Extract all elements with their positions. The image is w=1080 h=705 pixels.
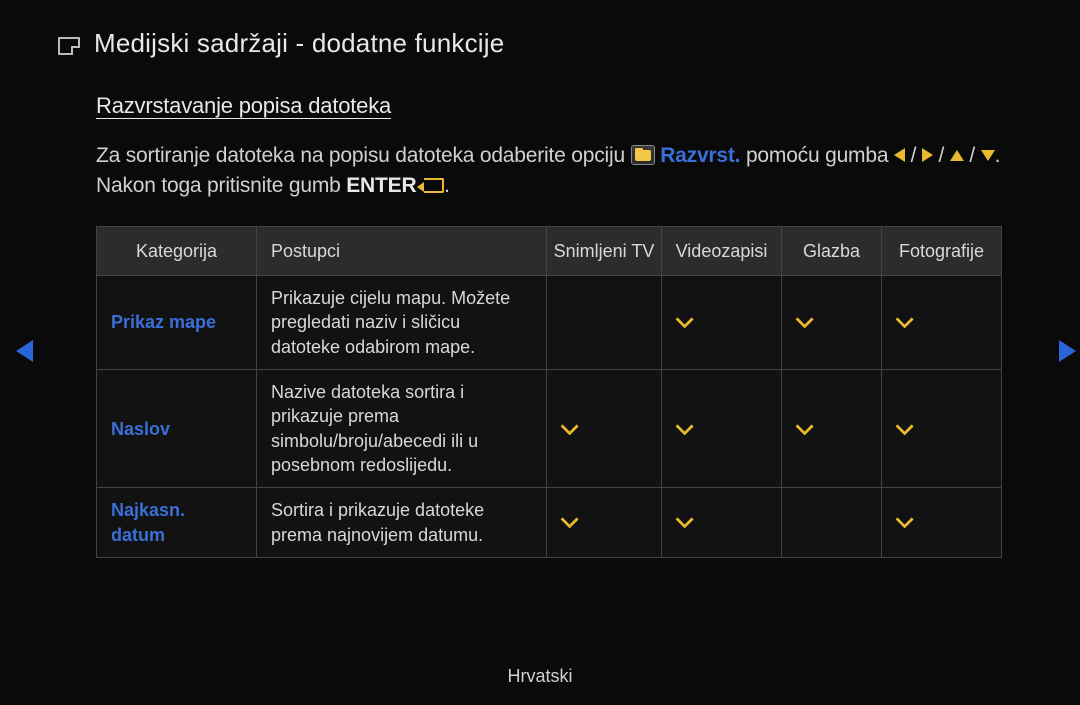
table-header-row: Kategorija Postupci Snimljeni TV Videoza… [97,226,1002,275]
desc-enter: ENTER [346,174,416,197]
check-cell [782,370,882,488]
desc-cell: Sortira i prikazuje datoteke prema najno… [257,488,547,558]
desc-razvrst: Razvrst. [660,144,740,167]
arrow-left-icon [894,148,905,162]
check-icon [675,311,693,329]
sort-table: Kategorija Postupci Snimljeni TV Videoza… [96,226,1002,558]
th-videozapisi: Videozapisi [662,226,782,275]
nav-prev-icon[interactable] [16,340,33,362]
slash2: / [933,144,950,167]
desc-period: . [444,174,450,197]
category-cell: Naslov [97,370,257,488]
desc-cell: Prikazuje cijelu mapu. Možete pregledati… [257,276,547,370]
check-icon [675,417,693,435]
check-icon [795,417,813,435]
page-title: Medijski sadržaji - dodatne funkcije [94,28,504,59]
arrow-up-icon [950,150,964,161]
description-text: Za sortiranje datoteka na popisu datotek… [96,141,1002,202]
check-cell [782,488,882,558]
th-kategorija: Kategorija [97,226,257,275]
category-cell: Prikaz mape [97,276,257,370]
check-icon [675,511,693,529]
check-icon [560,417,578,435]
check-cell [882,488,1002,558]
check-cell [782,276,882,370]
table-row: Najkasn. datumSortira i prikazuje datote… [97,488,1002,558]
check-cell [547,276,662,370]
desc-part1: Za sortiranje datoteka na popisu datotek… [96,144,631,167]
footer-language: Hrvatski [0,666,1080,687]
check-icon [795,311,813,329]
category-cell: Najkasn. datum [97,488,257,558]
enter-icon [424,178,444,193]
th-snimljeni: Snimljeni TV [547,226,662,275]
nav-next-icon[interactable] [1059,340,1076,362]
book-icon [58,37,80,55]
th-fotografije: Fotografije [882,226,1002,275]
arrow-down-icon [981,150,995,161]
check-icon [895,311,913,329]
desc-cell: Nazive datoteka sortira i prikazuje prem… [257,370,547,488]
check-icon [895,511,913,529]
folder-icon [631,145,655,165]
table-row: Prikaz mapePrikazuje cijelu mapu. Možete… [97,276,1002,370]
check-cell [882,370,1002,488]
check-cell [662,276,782,370]
check-cell [547,488,662,558]
check-cell [882,276,1002,370]
section-subhead: Razvrstavanje popisa datoteka [96,93,1002,119]
check-icon [895,417,913,435]
check-cell [662,488,782,558]
th-postupci: Postupci [257,226,547,275]
slash1: / [905,144,922,167]
table-row: NaslovNazive datoteka sortira i prikazuj… [97,370,1002,488]
desc-part2: pomoću gumba [740,144,894,167]
check-icon [560,511,578,529]
th-glazba: Glazba [782,226,882,275]
check-cell [547,370,662,488]
arrow-right-icon [922,148,933,162]
slash3: / [964,144,981,167]
check-cell [662,370,782,488]
